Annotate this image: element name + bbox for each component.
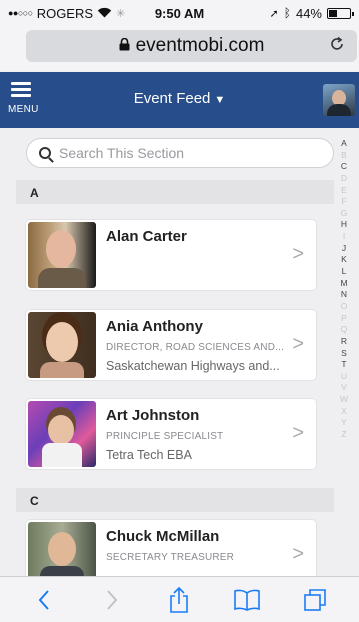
- chevron-right-icon: >: [292, 422, 304, 444]
- tabs-icon: [304, 588, 326, 611]
- status-bar: ●●○○○ ROGERS ✳ 9:50 AM ➚ ᛒ 44%: [0, 0, 359, 26]
- alphabet-index-letter[interactable]: B: [341, 150, 347, 162]
- alphabet-index-letter[interactable]: D: [341, 173, 347, 185]
- app-header: MENU Event Feed ▼: [0, 72, 359, 128]
- browser-address-area: eventmobi.com: [0, 26, 359, 70]
- person-card[interactable]: Ania Anthony DIRECTOR, ROAD SCIENCES AND…: [26, 310, 316, 380]
- alphabet-index-letter[interactable]: R: [341, 336, 347, 348]
- alphabet-index-letter[interactable]: P: [341, 313, 347, 325]
- alphabet-index-letter[interactable]: L: [342, 266, 347, 278]
- share-button[interactable]: [159, 582, 199, 618]
- alphabet-index-letter[interactable]: A: [341, 138, 347, 150]
- caret-down-icon: ▼: [214, 94, 226, 106]
- alphabet-index-letter[interactable]: S: [341, 348, 347, 360]
- alphabet-index-letter[interactable]: F: [341, 196, 346, 208]
- bookmarks-button[interactable]: [227, 582, 267, 618]
- alphabet-index-letter[interactable]: Z: [341, 429, 346, 441]
- chevron-left-icon: [38, 589, 49, 610]
- user-avatar[interactable]: [323, 84, 355, 116]
- search-input[interactable]: Search This Section: [26, 138, 334, 168]
- alphabet-index-letter[interactable]: V: [341, 382, 347, 394]
- status-right: ➚ ᛒ 44%: [269, 5, 354, 21]
- bluetooth-icon: ᛒ: [283, 6, 291, 20]
- battery-icon: [327, 7, 354, 19]
- alphabet-index-letter[interactable]: X: [341, 406, 347, 418]
- person-organization: Saskatchewan Highways and...: [106, 359, 280, 373]
- alphabet-index-letter[interactable]: O: [341, 301, 348, 313]
- person-organization: Tetra Tech EBA: [106, 448, 192, 462]
- alphabet-index-letter[interactable]: U: [341, 371, 347, 383]
- person-photo: [28, 222, 96, 288]
- chevron-right-icon: [106, 589, 118, 610]
- url-text: eventmobi.com: [135, 35, 265, 56]
- battery-percent: 44%: [295, 5, 322, 21]
- person-name: Art Johnston: [106, 407, 200, 424]
- alphabet-index-letter[interactable]: M: [340, 278, 347, 290]
- person-name: Alan Carter: [106, 228, 187, 245]
- alphabet-index-letter[interactable]: J: [342, 243, 346, 255]
- chevron-right-icon: >: [292, 543, 304, 565]
- person-title: DIRECTOR, ROAD SCIENCES AND...: [106, 342, 285, 353]
- clock: 9:50 AM: [154, 5, 205, 21]
- battery-fill: [329, 9, 337, 17]
- reload-icon[interactable]: [329, 36, 345, 57]
- person-card[interactable]: Chuck McMillan SECRETARY TREASURER >: [26, 520, 316, 576]
- alphabet-index[interactable]: ABCDEFGHIJKLMNOPQRSTUVWXYZ: [337, 138, 351, 441]
- back-button[interactable]: [24, 582, 64, 618]
- alphabet-index-letter[interactable]: K: [341, 254, 347, 266]
- alphabet-index-letter[interactable]: Y: [341, 417, 347, 429]
- tabs-button[interactable]: [295, 582, 335, 618]
- person-photo: [28, 401, 96, 467]
- person-photo: [28, 522, 96, 576]
- wifi-icon: [97, 6, 112, 21]
- alphabet-index-letter[interactable]: I: [343, 231, 345, 243]
- alphabet-index-letter[interactable]: T: [341, 359, 346, 371]
- signal-strength-icon: ●●○○○: [8, 8, 33, 18]
- location-icon: ➚: [269, 7, 279, 20]
- person-photo: [28, 312, 96, 378]
- alphabet-index-letter[interactable]: C: [341, 161, 347, 173]
- alphabet-index-letter[interactable]: G: [341, 208, 348, 220]
- person-name: Ania Anthony: [106, 318, 203, 335]
- alphabet-index-letter[interactable]: N: [341, 289, 347, 301]
- section-header-a: A: [16, 180, 334, 204]
- share-icon: [170, 586, 189, 613]
- event-feed-title: Event Feed: [133, 90, 211, 107]
- person-title: SECRETARY TREASURER: [106, 552, 235, 563]
- alphabet-index-letter[interactable]: W: [340, 394, 348, 406]
- alphabet-index-letter[interactable]: H: [341, 219, 347, 231]
- person-card[interactable]: Alan Carter >: [26, 220, 316, 290]
- book-icon: [234, 589, 261, 611]
- browser-toolbar: [0, 576, 359, 622]
- status-left: ●●○○○ ROGERS ✳: [8, 6, 125, 21]
- forward-button[interactable]: [92, 582, 132, 618]
- chevron-right-icon: >: [292, 333, 304, 355]
- section-header-c: C: [16, 488, 334, 512]
- person-title: PRINCIPLE SPECIALIST: [106, 431, 224, 442]
- alphabet-index-letter[interactable]: E: [341, 185, 347, 197]
- chevron-right-icon: >: [292, 243, 304, 265]
- event-feed-dropdown[interactable]: Event Feed ▼: [0, 90, 359, 107]
- person-card[interactable]: Art Johnston PRINCIPLE SPECIALIST Tetra …: [26, 399, 316, 469]
- lock-icon: [119, 37, 130, 54]
- search-placeholder: Search This Section: [59, 145, 185, 161]
- carrier-name: ROGERS: [36, 5, 94, 21]
- loading-spinner-icon: ✳: [116, 7, 126, 20]
- address-bar[interactable]: eventmobi.com: [26, 30, 357, 62]
- person-name: Chuck McMillan: [106, 528, 220, 545]
- alphabet-index-letter[interactable]: Q: [341, 324, 348, 336]
- search-icon: [39, 147, 51, 159]
